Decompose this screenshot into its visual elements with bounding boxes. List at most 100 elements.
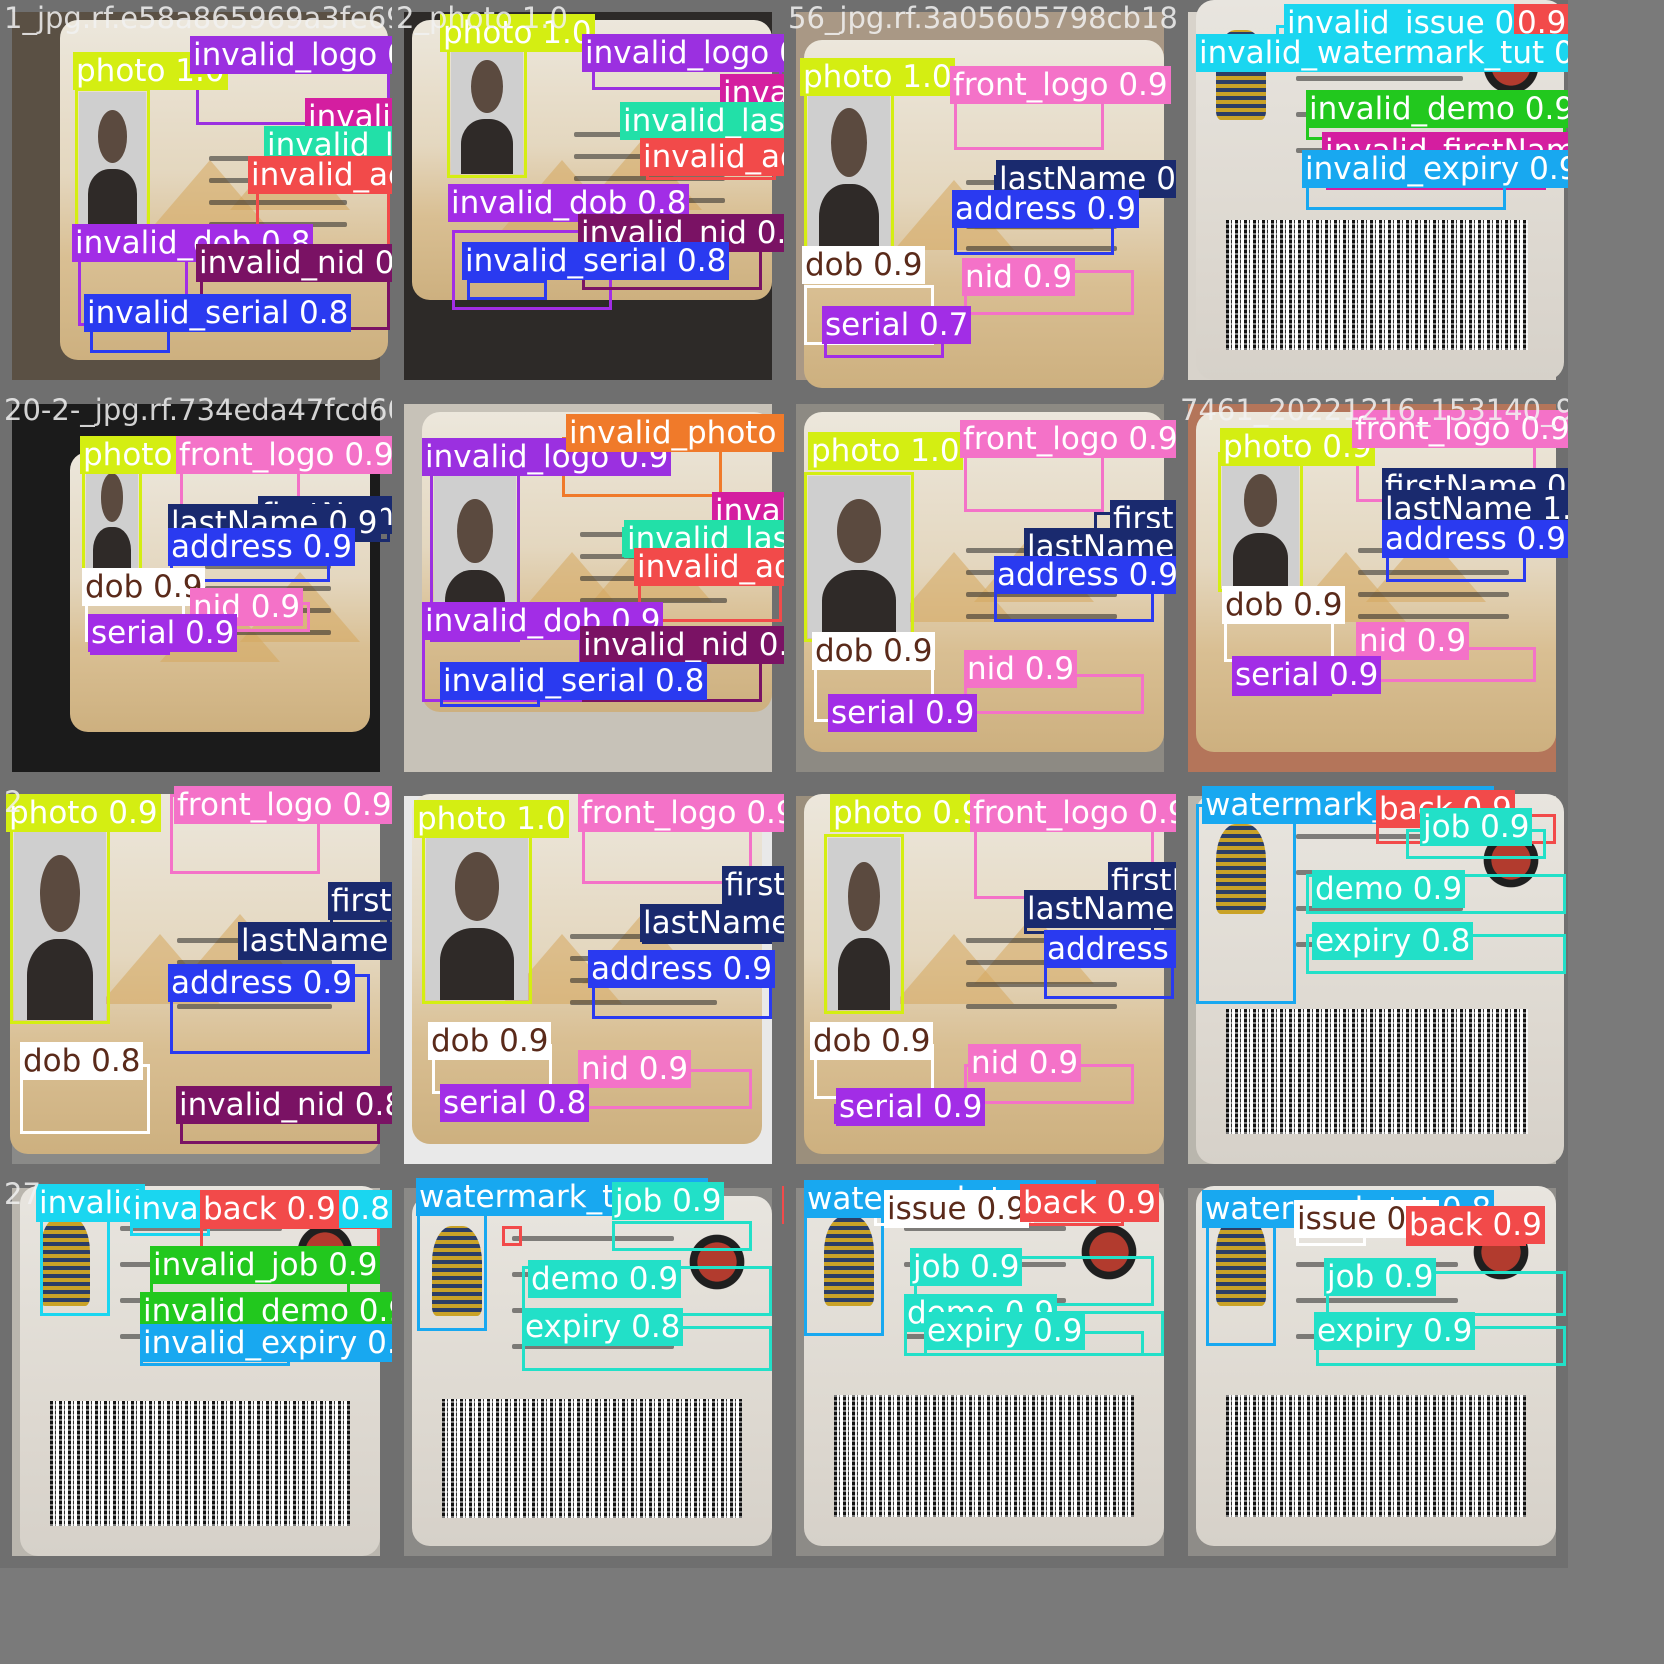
detection-label: lastName 0.9 xyxy=(238,922,392,960)
detection-label: address 0.9 xyxy=(994,556,1176,594)
detection-label: dob 0.9 xyxy=(802,246,926,284)
detection-label: front_logo 0.9 xyxy=(960,420,1176,458)
text-line xyxy=(966,1004,1118,1009)
barcode-pdf417 xyxy=(1226,220,1528,350)
barcode-pdf417 xyxy=(834,1394,1134,1518)
text-line xyxy=(1296,76,1463,81)
detection-label: photo 1.0 xyxy=(808,432,963,470)
detection-label: address 0.9 xyxy=(168,528,355,566)
detection-box xyxy=(422,824,532,1004)
detection-label: back 0.9 xyxy=(1406,1206,1545,1244)
detection-label: invalid_nid 0.8 xyxy=(196,244,392,282)
detection-label: invalid_logo 0.8 xyxy=(190,36,392,74)
detection-box xyxy=(1218,452,1303,592)
detection-label: demo 0.9 xyxy=(528,1260,682,1298)
detection-label: front_logo 0.9 xyxy=(950,66,1171,104)
detection-label: demo 0.9 xyxy=(1312,870,1466,908)
detection-box xyxy=(10,824,110,1024)
barcode-pdf417 xyxy=(1226,1394,1526,1518)
detection-label: invalid_address 0.9 xyxy=(248,156,392,194)
detection-label: dob 0.9 xyxy=(810,1022,934,1060)
tile-filename: 7461_20221216_153140_98 xyxy=(1180,393,1568,427)
detection-box xyxy=(467,280,547,300)
detection-box xyxy=(40,1206,110,1316)
detection-label: invalid_serial 0.8 xyxy=(462,242,730,280)
detection-mosaic: photo 1.0invalid_logo 0.8invalid_firstNa… xyxy=(0,0,1664,1664)
text-line xyxy=(1358,614,1510,619)
detection-label: photo 1.0 xyxy=(414,800,569,838)
barcode-pdf417 xyxy=(442,1399,742,1518)
detection-label: lastName 1.0 xyxy=(640,904,784,942)
detection-label: invalid_serial 0.8 xyxy=(440,662,708,700)
detection-label: serial 0.9 xyxy=(88,614,238,652)
detection-label: invalid_lastName 0.9 xyxy=(620,102,784,140)
detection-label: address 0.9 xyxy=(1382,520,1568,558)
image-tile: photo 0.9front_logo 0.9firstName 0.9last… xyxy=(784,784,1176,1176)
detection-label: nid 0.9 xyxy=(968,1044,1082,1082)
detection-label: back 0.9 xyxy=(1020,1184,1159,1222)
image-tile: invalid_issue 0.9 0.9 invalid_watermark_tu… xyxy=(1176,0,1568,392)
tile-filename: 27 xyxy=(4,1177,41,1211)
text-line xyxy=(1358,592,1510,597)
detection-box xyxy=(417,1196,487,1331)
detection-label: dob 0.9 xyxy=(1222,586,1346,624)
detection-label: invalid_address 0.9 xyxy=(640,138,784,176)
image-tile: watermark_tut 0.8issue 0.8back 0.9job 0.… xyxy=(1176,1176,1568,1568)
detection-label: expiry 0.8 xyxy=(522,1308,684,1346)
tile-filename: 2_photo 1.0 xyxy=(396,1,568,35)
image-tile: photo 0.9front_logo 0.9firstName 0.9last… xyxy=(0,784,392,1176)
image-tile: watermark_tut 0.8back 0.9job 0.9demo 0.9… xyxy=(1176,784,1568,1176)
detection-label: dob 0.9 xyxy=(82,568,206,606)
barcode-pdf417 xyxy=(1226,1008,1528,1135)
detection-label: invalid_photo 0.5 xyxy=(566,414,784,452)
detection-label: front_logo 0.9 xyxy=(174,786,392,824)
detection-label: address 0.9 xyxy=(952,190,1139,228)
detection-label: issue 0.9 xyxy=(884,1190,1029,1228)
image-tile: photo 1.0invalid_logo 0.8invalid_firstNa… xyxy=(0,0,392,392)
detection-label: nid 0.9 xyxy=(962,258,1076,296)
detection-label: lastName 1.0 xyxy=(1024,890,1176,928)
tile-filename: 20-2-_jpg.rf.734eda47fcd60990_5f3f7020 xyxy=(4,393,392,427)
detection-box xyxy=(824,834,904,1014)
detection-label: expiry 0.9 xyxy=(1314,1312,1476,1350)
detection-label: invalid_expiry 0.9 xyxy=(1302,150,1568,188)
detection-label: serial 0.7 xyxy=(822,306,972,344)
detection-label: serial 0.9 xyxy=(836,1088,986,1126)
detection-label: invalid_job 0.9 xyxy=(150,1246,381,1284)
tile-filename: 1_jpg.rf.e58a865969a3fe69228d7_9750_3d37… xyxy=(4,1,392,35)
detection-label: front_logo 0.9 xyxy=(970,794,1176,832)
detection-box xyxy=(1206,1216,1276,1346)
detection-label: photo 0.9 xyxy=(6,794,161,832)
detection-box xyxy=(964,452,1104,512)
detection-label: invalid_nid 0.8 xyxy=(176,1086,392,1124)
detection-label: expiry 0.8 xyxy=(1312,922,1474,960)
image-tile: watermark_tut 0.9issue 0.9back 0.9job 0.… xyxy=(784,1176,1176,1568)
image-tile: photo 1.0front_logo 0.9lastName 0.6addre… xyxy=(784,0,1176,392)
image-tile: photo 0.9front_logo 0.9firstName 0.8last… xyxy=(1176,392,1568,784)
detection-label: expiry 0.9 xyxy=(924,1312,1086,1350)
detection-box xyxy=(502,1226,522,1246)
image-tile: watermark_tut 0.9back 0.9job 0.9demo 0.9… xyxy=(392,1176,784,1568)
detection-label: invalid_address 0.9 xyxy=(634,548,784,586)
detection-label: dob 0.9 xyxy=(812,632,936,670)
barcode-pdf417 xyxy=(50,1400,350,1527)
image-tile: invalid_logo 0.9invalid_photo 0.5invalid… xyxy=(392,392,784,784)
tile-filename: 56_jpg.rf.3a05605798cb1888799801 xyxy=(788,1,1176,35)
detection-label: serial 0.9 xyxy=(1232,656,1382,694)
detection-label: invalid_serial 0.8 xyxy=(84,294,352,332)
detection-label: job 0.9 xyxy=(1420,808,1533,846)
detection-label: job 0.9 xyxy=(1324,1258,1437,1296)
tile-filename: 2 xyxy=(4,785,23,819)
detection-label: photo 1.0 xyxy=(800,58,955,96)
detection-label: firstName 0.8 xyxy=(722,866,784,904)
detection-box xyxy=(75,88,150,228)
detection-label: dob 0.8 xyxy=(20,1042,144,1080)
image-tile: photo 1.0front_logo 0.9 firstName 0.8last… xyxy=(392,784,784,1176)
detection-label: photo 0.9 xyxy=(830,794,985,832)
detection-box xyxy=(612,1221,752,1251)
detection-label: nid 0.9 xyxy=(1356,622,1470,660)
detection-label: front_logo 0.9 xyxy=(578,794,784,832)
detection-label: back 0.9 xyxy=(200,1190,339,1228)
detection-label: serial 0.9 xyxy=(828,694,978,732)
detection-label: front_logo 0.9 xyxy=(176,436,392,474)
